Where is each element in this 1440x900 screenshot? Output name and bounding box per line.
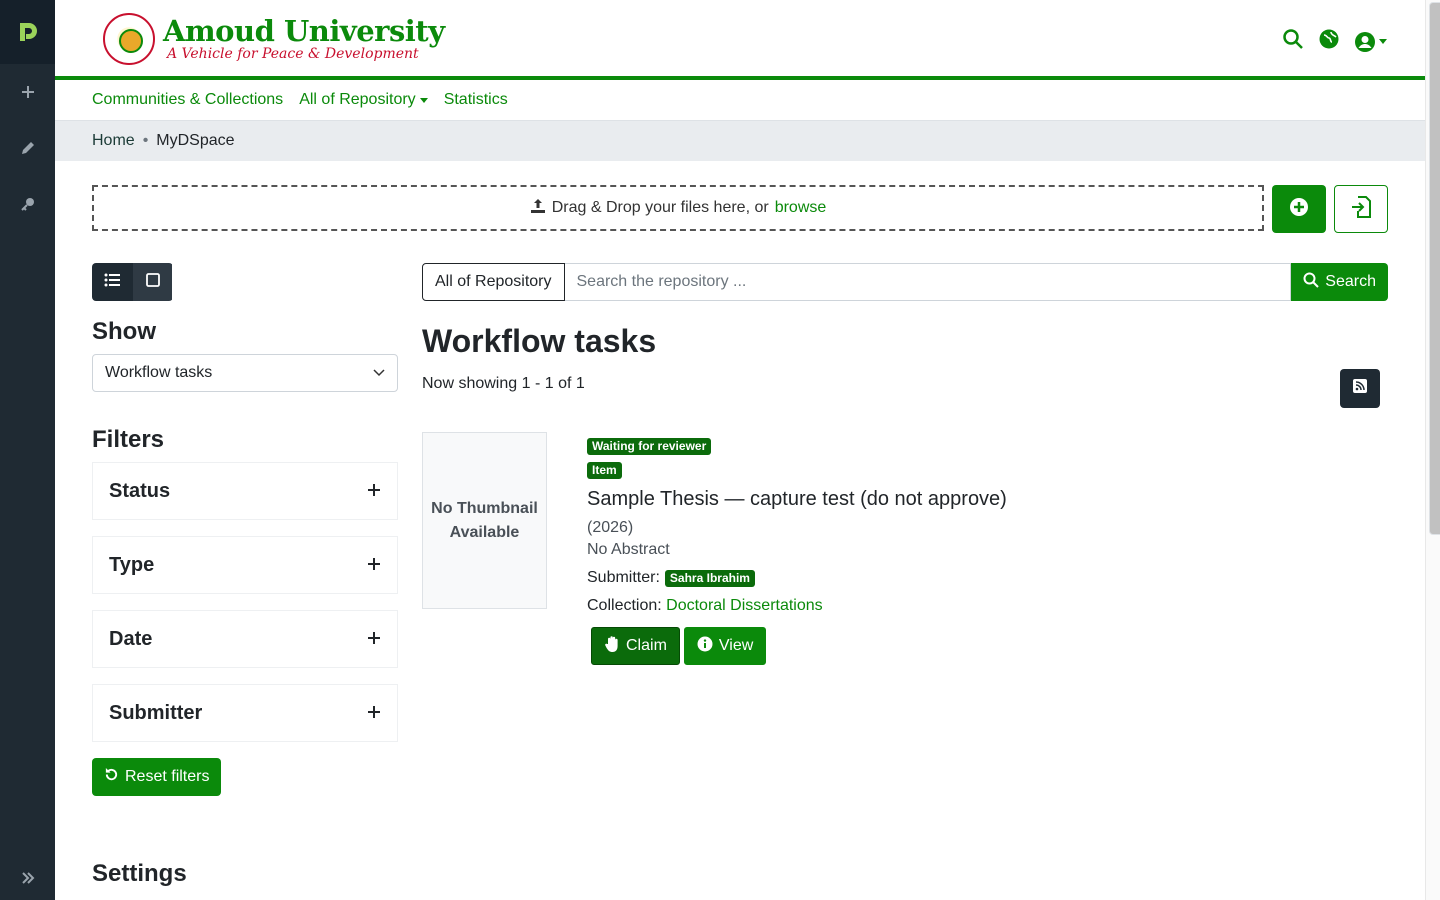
show-select[interactable]: Workflow tasks xyxy=(92,354,398,392)
university-seal xyxy=(103,13,155,65)
info-icon xyxy=(697,636,713,657)
nav-communities-collections[interactable]: Communities & Collections xyxy=(92,91,283,109)
breadcrumb-current: MyDSpace xyxy=(156,132,235,149)
view-button[interactable]: View xyxy=(683,627,767,665)
caret-down-icon xyxy=(419,97,428,103)
chevron-down-icon xyxy=(1379,39,1387,44)
brand-logo[interactable]: Amoud University A Vehicle for Peace & D… xyxy=(103,13,445,65)
list-view-button[interactable] xyxy=(92,263,132,301)
reset-filters-label: Reset filters xyxy=(125,768,210,785)
user-circle-icon[interactable] xyxy=(1354,31,1387,53)
status-badge: Waiting for reviewer xyxy=(587,438,712,455)
dspace-logo-icon[interactable] xyxy=(0,0,55,64)
main-content: Amoud University A Vehicle for Peace & D… xyxy=(55,0,1425,900)
item-info: Waiting for reviewer Item Sample Thesis … xyxy=(587,437,1287,665)
list-icon xyxy=(104,273,120,292)
grid-view-button[interactable] xyxy=(132,263,172,301)
scrollbar-thumb[interactable] xyxy=(1429,2,1440,535)
pencil-icon[interactable] xyxy=(0,120,55,176)
search-input[interactable]: Search the repository ... xyxy=(564,263,1292,301)
upload-icon xyxy=(530,198,546,219)
file-import-icon xyxy=(1351,195,1371,223)
filters-heading: Filters xyxy=(92,426,165,453)
rss-icon xyxy=(1352,378,1368,399)
nav-all-of-repository[interactable]: All of Repository xyxy=(299,91,428,109)
nav-statistics[interactable]: Statistics xyxy=(444,91,508,109)
browse-link[interactable]: browse xyxy=(775,199,827,217)
search-scope-button[interactable]: All of Repository xyxy=(422,263,565,301)
sidebar-filters: Show Workflow tasks Filters Status Type … xyxy=(92,263,398,796)
show-select-value: Workflow tasks xyxy=(105,364,213,381)
search-icon[interactable] xyxy=(1282,28,1304,55)
nav-all-of-repository-label: All of Repository xyxy=(299,91,416,108)
show-heading: Show xyxy=(92,318,156,345)
plus-icon xyxy=(367,628,381,651)
import-button[interactable] xyxy=(1334,185,1388,233)
reset-filters-button[interactable]: Reset filters xyxy=(92,758,222,796)
main-navbar: Communities & Collections All of Reposit… xyxy=(55,80,1425,121)
rss-feed-button[interactable] xyxy=(1340,369,1380,408)
filter-status[interactable]: Status xyxy=(92,462,398,520)
plus-circle-icon xyxy=(1289,197,1309,222)
collection-label: Collection: xyxy=(587,597,662,614)
item-title[interactable]: Sample Thesis — capture test (do not app… xyxy=(587,487,1287,511)
page-scrollbar[interactable] xyxy=(1425,0,1440,900)
undo-icon xyxy=(104,767,119,787)
breadcrumb-home[interactable]: Home xyxy=(92,132,135,150)
claim-label: Claim xyxy=(626,637,667,654)
view-label: View xyxy=(718,637,754,654)
globe-icon[interactable] xyxy=(1318,28,1340,55)
submitter-badge: Sahra Ibrahim xyxy=(664,569,755,587)
filter-type[interactable]: Type xyxy=(92,536,398,594)
filter-date[interactable]: Date xyxy=(92,610,398,668)
file-dropzone[interactable]: Drag & Drop your files here, or browse xyxy=(92,185,1264,231)
dropzone-text: Drag & Drop your files here, or xyxy=(551,199,769,216)
filter-label: Status xyxy=(109,479,171,502)
breadcrumb: Home • MyDSpace xyxy=(55,121,1425,161)
new-submission-button[interactable] xyxy=(1272,185,1326,233)
brand-name: Amoud University xyxy=(163,14,445,48)
header: Amoud University A Vehicle for Peace & D… xyxy=(55,0,1425,80)
results-count: Now showing 1 - 1 of 1 xyxy=(422,375,585,392)
search-button-label: Search xyxy=(1325,273,1376,290)
item-submitter: Submitter: Sahra Ibrahim xyxy=(587,569,1287,587)
view-mode-toggle xyxy=(92,263,173,301)
filter-submitter[interactable]: Submitter xyxy=(92,684,398,742)
settings-heading: Settings xyxy=(92,860,187,887)
plus-icon xyxy=(367,702,381,725)
breadcrumb-separator: • xyxy=(142,132,149,149)
item-thumbnail: No Thumbnail Available xyxy=(422,432,547,609)
key-icon[interactable] xyxy=(0,176,55,232)
item-year: (2026) xyxy=(587,519,634,536)
upload-row: Drag & Drop your files here, or browse xyxy=(92,185,1388,233)
submitter-label: Submitter: xyxy=(587,569,660,586)
double-chevron-right-icon[interactable] xyxy=(0,870,55,886)
search-button[interactable]: Search xyxy=(1291,263,1388,301)
type-badge: Item xyxy=(587,462,622,479)
plus-icon xyxy=(367,480,381,503)
plus-icon xyxy=(367,554,381,577)
search-icon xyxy=(1303,272,1320,293)
claim-button[interactable]: Claim xyxy=(591,627,680,665)
chevron-down-icon xyxy=(373,364,385,382)
item-collection: Collection: Doctoral Dissertations xyxy=(587,597,1287,615)
search-form: All of Repository Search the repository … xyxy=(422,263,1388,301)
item-abstract: No Abstract xyxy=(587,541,670,558)
collection-link[interactable]: Doctoral Dissertations xyxy=(666,597,823,614)
grid-icon xyxy=(145,272,160,292)
admin-sidebar xyxy=(0,0,55,900)
filter-label: Type xyxy=(109,553,155,576)
item-actions: Claim View xyxy=(591,627,1287,665)
filter-label: Submitter xyxy=(109,701,203,724)
page-title: Workflow tasks xyxy=(422,323,657,359)
brand-motto: A Vehicle for Peace & Development xyxy=(167,46,419,62)
filter-label: Date xyxy=(109,627,153,650)
hand-icon xyxy=(604,635,620,658)
plus-icon[interactable] xyxy=(0,64,55,120)
